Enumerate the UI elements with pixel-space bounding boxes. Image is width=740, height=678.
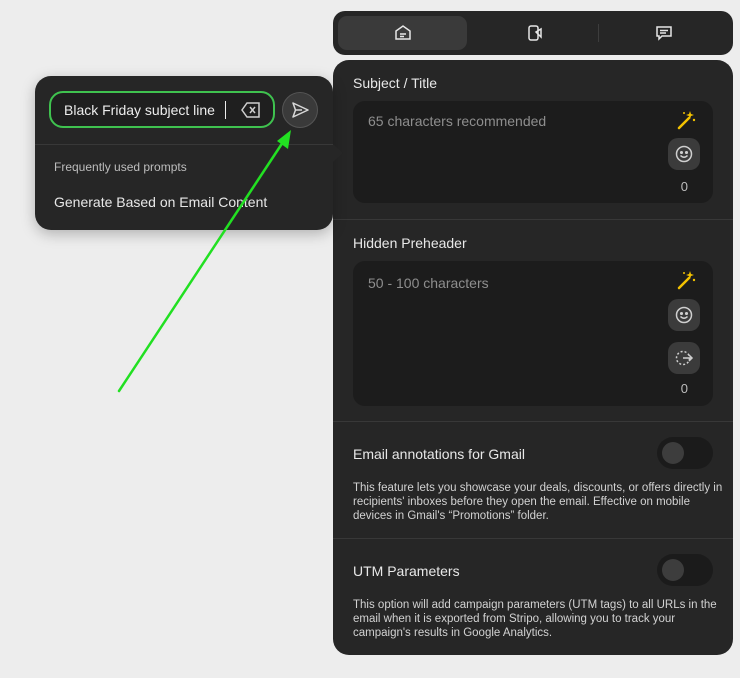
prompt-input[interactable]: Black Friday subject line xyxy=(49,91,275,128)
popup-pointer xyxy=(333,144,343,162)
email-settings-panel: Subject / Title 65 characters recommende… xyxy=(333,60,733,655)
insert-text-button[interactable] xyxy=(668,342,700,374)
magic-wand-icon[interactable] xyxy=(675,269,697,291)
gmail-annotations-toggle[interactable] xyxy=(657,437,713,469)
subject-field[interactable]: 65 characters recommended 0 xyxy=(353,101,713,203)
magic-wand-icon[interactable] xyxy=(675,109,697,131)
preheader-title-label: Hidden Preheader xyxy=(353,235,467,251)
preheader-char-counter: 0 xyxy=(680,381,688,396)
phone-design-icon xyxy=(527,25,542,41)
gmail-annotations-label: Email annotations for Gmail xyxy=(353,446,525,462)
send-prompt-button[interactable] xyxy=(282,92,318,128)
emoji-button[interactable] xyxy=(668,138,700,170)
settings-tab-bar xyxy=(333,11,733,55)
subject-title-label: Subject / Title xyxy=(353,75,438,91)
smiley-icon xyxy=(675,145,693,163)
clear-input-icon[interactable] xyxy=(241,101,261,119)
subject-placeholder[interactable]: 65 characters recommended xyxy=(368,113,546,129)
preheader-placeholder[interactable]: 50 - 100 characters xyxy=(368,275,489,291)
send-icon xyxy=(292,102,309,118)
gmail-annotations-description: This feature lets you showcase your deal… xyxy=(353,482,723,522)
utm-parameters-description: This option will add campaign parameters… xyxy=(353,599,717,639)
ai-prompt-popup: Black Friday subject line Frequently use… xyxy=(35,76,333,230)
emoji-button[interactable] xyxy=(668,299,700,331)
email-settings-icon xyxy=(394,25,411,40)
tab-email-settings[interactable] xyxy=(338,16,467,50)
tab-design[interactable] xyxy=(471,16,598,50)
prompt-item-generate-from-content[interactable]: Generate Based on Email Content xyxy=(54,194,267,210)
preheader-field[interactable]: 50 - 100 characters 0 xyxy=(353,261,713,406)
chat-comment-icon xyxy=(655,26,672,41)
utm-parameters-label: UTM Parameters xyxy=(353,563,460,579)
text-caret xyxy=(225,101,226,119)
smiley-icon xyxy=(675,306,693,324)
dashed-circle-arrow-icon xyxy=(675,350,694,366)
prompt-input-value[interactable]: Black Friday subject line xyxy=(64,102,215,118)
tab-comments[interactable] xyxy=(599,16,728,50)
subject-char-counter: 0 xyxy=(680,179,688,194)
frequent-prompts-label: Frequently used prompts xyxy=(54,160,187,174)
utm-parameters-toggle[interactable] xyxy=(657,554,713,586)
